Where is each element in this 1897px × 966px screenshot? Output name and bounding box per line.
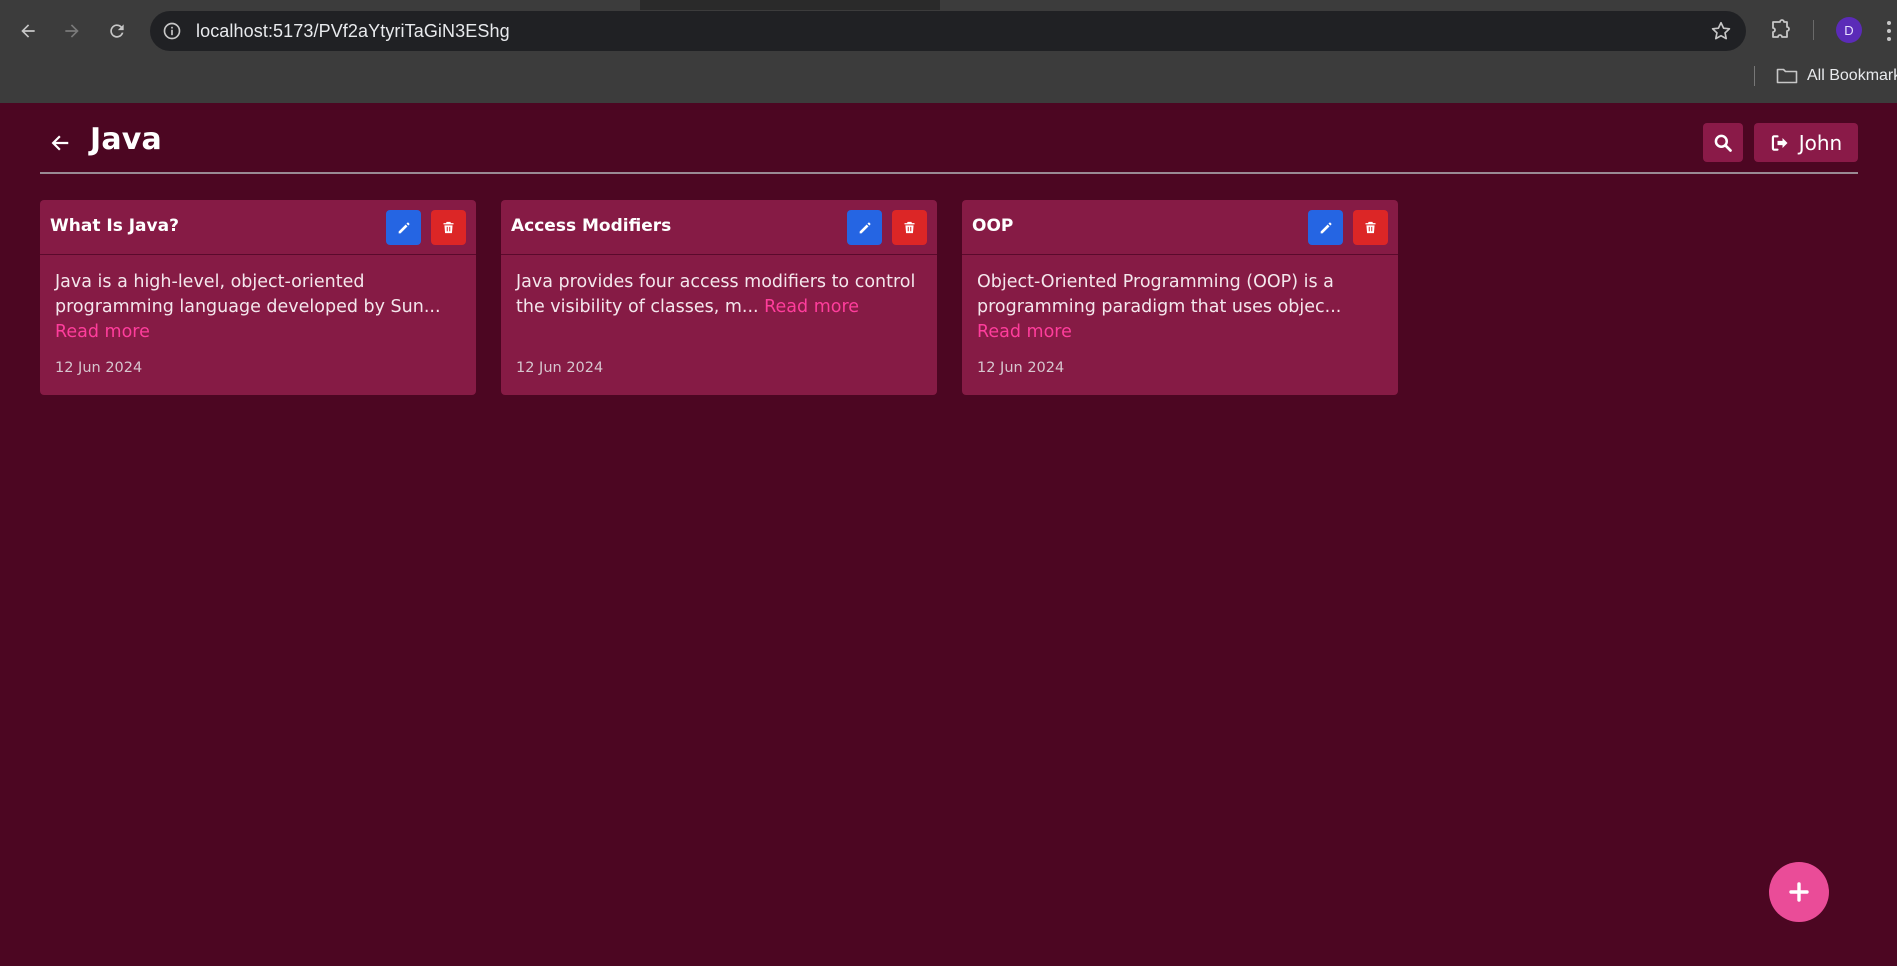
edit-button[interactable] [1308,210,1343,245]
page-header: Java John [40,103,1858,174]
browser-chrome: localhost:5173/PVf2aYtyriTaGiN3EShg D Al… [0,0,1897,103]
card-title: What Is Java? [50,216,179,236]
forward-arrow-icon[interactable] [57,16,87,46]
url-text[interactable]: localhost:5173/PVf2aYtyriTaGiN3EShg [196,21,510,42]
trash-icon [1365,221,1376,234]
toolbar-divider [1813,20,1814,40]
page-title: Java [90,122,163,157]
delete-button[interactable] [1353,210,1388,245]
plus-icon [1789,882,1809,902]
excerpt-text: Java is a high-level, object-oriented pr… [55,272,441,317]
edit-button[interactable] [847,210,882,245]
card-header: Access Modifiers [501,200,937,255]
arrow-left-icon[interactable] [47,130,73,156]
card-title: OOP [972,216,1014,236]
tab-edge [940,0,1897,10]
tab-edge [0,0,640,10]
info-icon[interactable] [162,21,182,41]
card-excerpt: Object-Oriented Programming (OOP) is a p… [977,270,1387,345]
pencil-icon [859,221,871,233]
address-bar[interactable]: localhost:5173/PVf2aYtyriTaGiN3EShg [150,11,1746,51]
puzzle-icon[interactable] [1768,18,1792,42]
card-header: OOP [962,200,1398,255]
card-date: 12 Jun 2024 [516,360,604,376]
back-arrow-icon[interactable] [13,16,43,46]
folder-icon[interactable] [1776,67,1798,85]
card-excerpt: Java is a high-level, object-oriented pr… [55,270,465,345]
all-bookmarks-label[interactable]: All Bookmarks [1807,67,1897,85]
user-name: John [1798,130,1843,155]
kebab-menu-icon[interactable] [1886,20,1892,42]
card-excerpt: Java provides four access modifiers to c… [516,270,926,320]
card-header: What Is Java? [40,200,476,255]
read-more-link[interactable]: Read more [977,322,1072,342]
card-date: 12 Jun 2024 [977,360,1065,376]
reload-icon[interactable] [102,16,132,46]
delete-button[interactable] [892,210,927,245]
profile-avatar[interactable]: D [1836,17,1862,43]
delete-button[interactable] [431,210,466,245]
add-note-button[interactable] [1769,862,1829,922]
note-card[interactable]: Access Modifiers Java provides four acce… [501,200,937,395]
search-icon [1714,134,1732,152]
excerpt-text: Object-Oriented Programming (OOP) is a p… [977,272,1342,317]
note-card[interactable]: What Is Java? Java is a high-level, obje… [40,200,476,395]
bookmarks-divider [1754,66,1755,86]
logout-button[interactable]: John [1754,123,1858,162]
sign-out-icon [1771,134,1788,151]
app-container: Java John What Is Java? Java is a high-l… [0,103,1897,966]
pencil-icon [398,221,410,233]
trash-icon [904,221,915,234]
pencil-icon [1320,221,1332,233]
edit-button[interactable] [386,210,421,245]
trash-icon [443,221,454,234]
star-icon[interactable] [1710,20,1732,42]
card-title: Access Modifiers [511,216,672,236]
note-card[interactable]: OOP Object-Oriented Programming (OOP) is… [962,200,1398,395]
tab-strip [0,0,1897,10]
read-more-link[interactable]: Read more [55,322,150,342]
read-more-link[interactable]: Read more [764,297,859,317]
search-button[interactable] [1703,123,1743,162]
card-date: 12 Jun 2024 [55,360,143,376]
